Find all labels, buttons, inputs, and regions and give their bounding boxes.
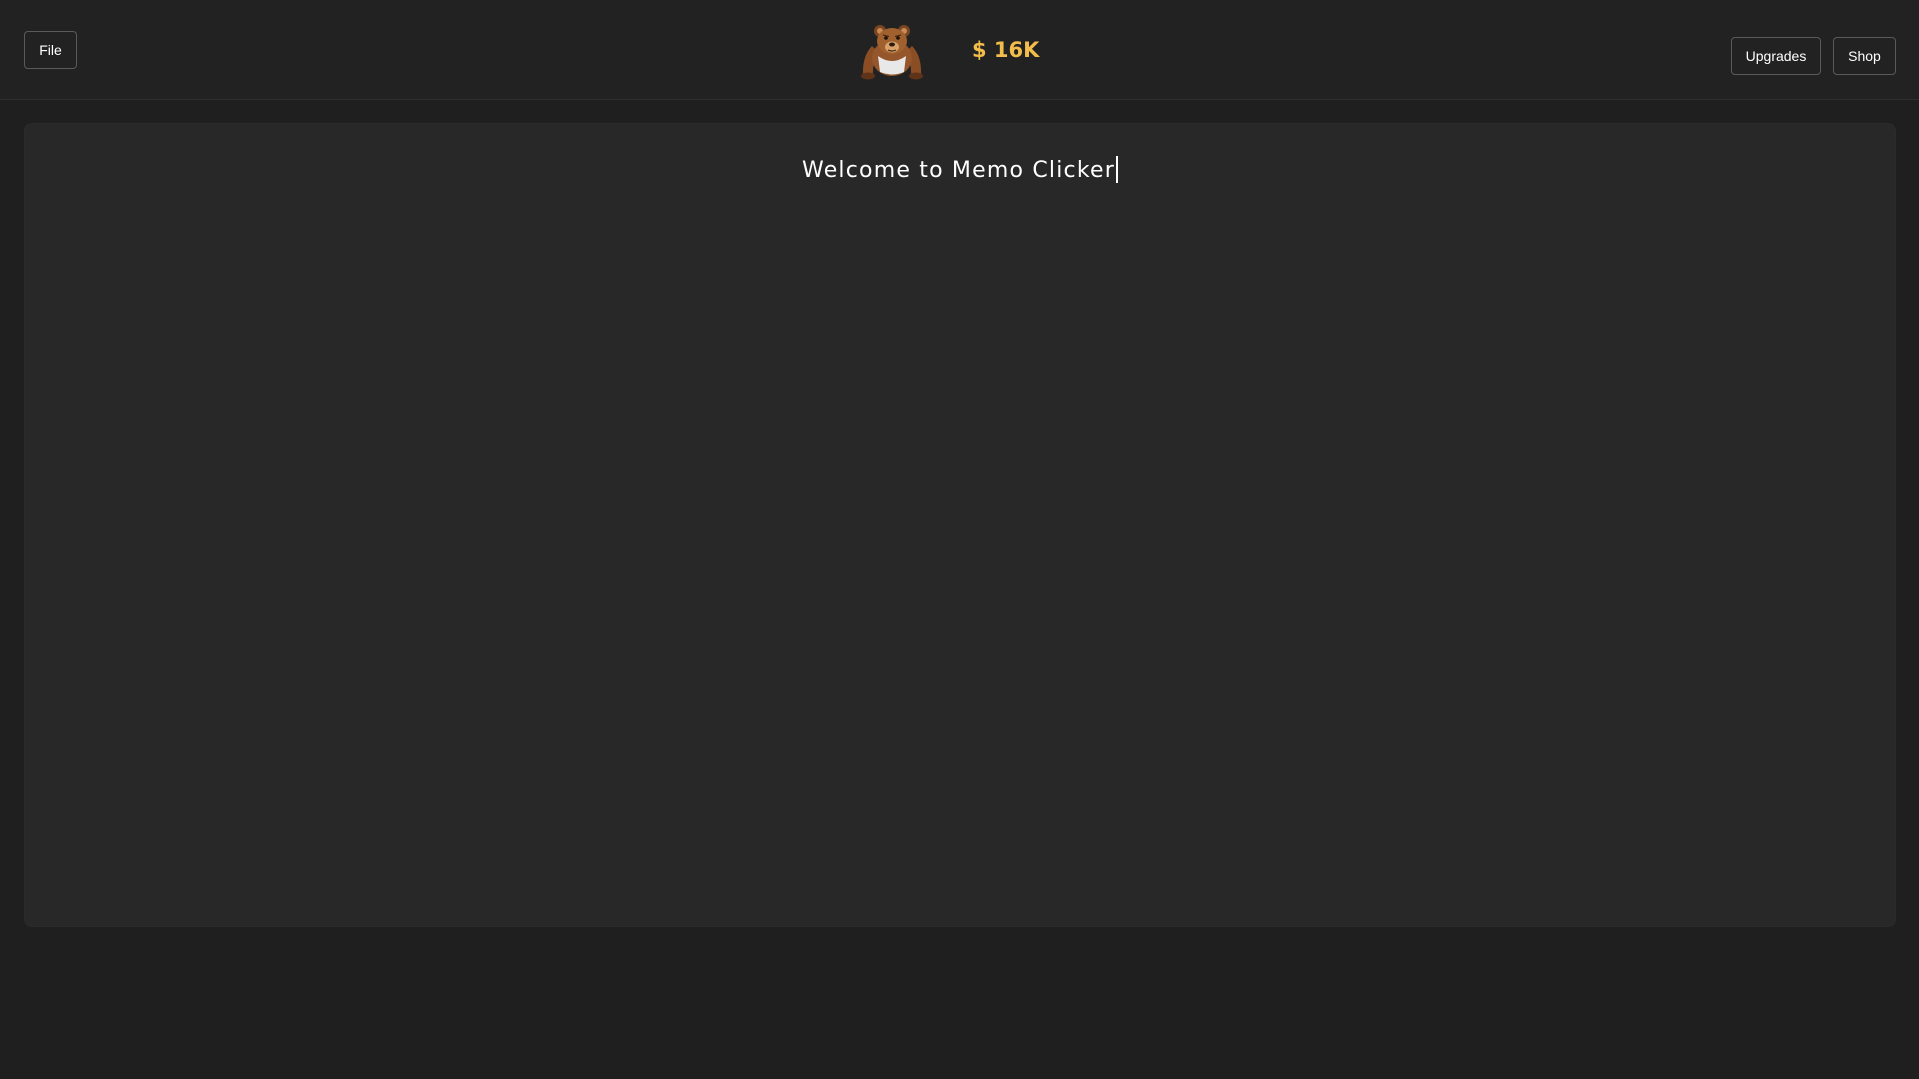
text-caret bbox=[1115, 156, 1118, 183]
top-bar: File $ 16K Upgrades Shop bbox=[0, 0, 1919, 100]
money-counter: $ 16K bbox=[972, 38, 1040, 62]
memo-text-line[interactable]: Welcome to Memo Clicker bbox=[25, 153, 1895, 189]
upgrades-button[interactable]: Upgrades bbox=[1731, 37, 1821, 75]
shop-button[interactable]: Shop bbox=[1833, 37, 1896, 75]
bear-icon[interactable] bbox=[858, 22, 926, 80]
file-button[interactable]: File bbox=[24, 31, 77, 69]
memo-editor[interactable]: Welcome to Memo Clicker bbox=[24, 123, 1896, 927]
memo-text: Welcome to Memo Clicker bbox=[802, 158, 1115, 183]
